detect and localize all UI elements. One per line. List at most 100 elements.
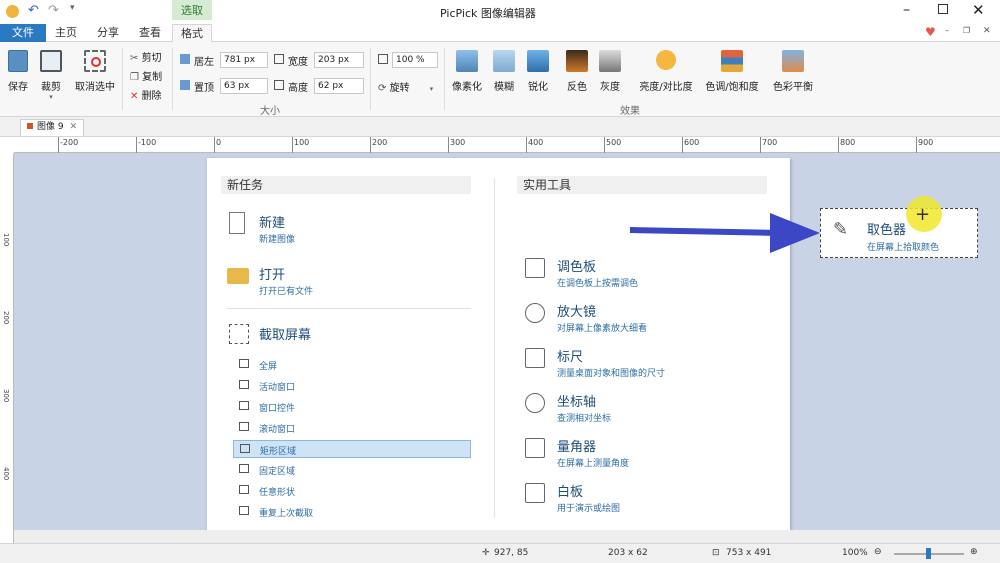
capture-item-icon xyxy=(239,401,249,410)
picker-subtitle: 在屏幕上拾取颜色 xyxy=(867,243,940,253)
new-file-icon xyxy=(229,212,245,234)
zoom-input[interactable]: 100 % xyxy=(392,52,438,68)
color-picker-selection[interactable]: ✎ 取色器 在屏幕上拾取颜色 xyxy=(820,208,978,258)
tab-file[interactable]: 文件 xyxy=(0,24,46,42)
horizontal-scrollbar[interactable] xyxy=(14,530,1000,543)
capture-item[interactable]: 全屏 xyxy=(233,356,471,374)
tool-icon xyxy=(525,303,545,323)
capture-item[interactable]: 任意形状 xyxy=(233,482,471,500)
cut-button[interactable]: ✂ 剪切 xyxy=(130,49,162,64)
tool-title: 量角器 xyxy=(557,440,597,455)
close-doc-icon[interactable]: ✕ xyxy=(983,26,991,36)
capture-item[interactable]: 矩形区域 xyxy=(233,440,471,458)
maximize-button[interactable] xyxy=(938,4,948,14)
zoom-in-icon[interactable]: ⊕ xyxy=(970,547,978,557)
pixelate-label: 像素化 xyxy=(452,82,482,93)
capture-item[interactable]: 活动窗口 xyxy=(233,377,471,395)
tool-item[interactable]: 白板 用于演示或绘图 xyxy=(523,481,763,517)
rotate-icon: ⟳ xyxy=(378,83,390,94)
negative-button[interactable]: 反色 xyxy=(562,50,592,93)
app-logo-icon xyxy=(6,5,19,18)
crop-dropdown-icon: ▾ xyxy=(49,93,53,101)
restore-doc-icon[interactable]: ❐ xyxy=(963,26,970,35)
tool-title: 白板 xyxy=(557,485,584,500)
capture-item-label: 重复上次截取 xyxy=(259,509,314,519)
sun-icon xyxy=(656,50,676,70)
doc-tab-close-icon[interactable]: ✕ xyxy=(70,122,78,132)
redo-icon[interactable]: ↷ xyxy=(48,3,59,18)
brightness-button[interactable]: 亮度/对比度 xyxy=(636,50,696,93)
grayscale-button[interactable]: 灰度 xyxy=(594,50,626,93)
save-button[interactable]: 保存 xyxy=(4,50,32,93)
sharpen-button[interactable]: 锐化 xyxy=(522,50,554,93)
tab-share[interactable]: 分享 xyxy=(90,24,126,42)
capture-item[interactable]: 重复上次截取 xyxy=(233,503,471,521)
arrow-annotation xyxy=(629,213,820,253)
deselect-button[interactable]: 取消选中 xyxy=(72,50,118,93)
copy-button[interactable]: ❐ 复制 xyxy=(130,68,162,83)
capture-item-label: 矩形区域 xyxy=(260,447,297,457)
capture-item-label: 全屏 xyxy=(259,362,278,372)
tool-item[interactable]: 调色板 在调色板上按需调色 xyxy=(523,256,763,292)
cut-label: 剪切 xyxy=(141,53,162,64)
zoom-slider-thumb[interactable] xyxy=(926,548,931,559)
tool-subtitle: 用于演示或绘图 xyxy=(557,504,621,514)
hue-button[interactable]: 色调/饱和度 xyxy=(702,50,762,93)
pixelate-button[interactable]: 像素化 xyxy=(450,50,484,93)
capture-item[interactable]: 滚动窗口 xyxy=(233,419,471,437)
tab-format[interactable]: 格式 xyxy=(172,24,212,42)
status-bar: ✛ 927, 85 203 x 62 ⊡ 753 x 491 100% ⊖ ⊕ xyxy=(0,543,1000,563)
rotate-button[interactable]: ⟳ 旋转 ▾ xyxy=(378,79,433,94)
zoom-value: 100 % xyxy=(396,55,425,65)
tool-item[interactable]: 放大镜 对屏幕上像素放大细看 xyxy=(523,301,763,337)
pixelate-icon xyxy=(456,50,478,72)
heart-icon[interactable]: ♥ xyxy=(925,25,936,39)
color-balance-button[interactable]: 色彩平衡 xyxy=(768,50,818,93)
tool-item[interactable]: 量角器 在屏幕上测量角度 xyxy=(523,436,763,472)
left-input[interactable]: 781 px xyxy=(220,52,268,68)
tab-view[interactable]: 查看 xyxy=(132,24,168,42)
close-button[interactable]: ✕ xyxy=(972,1,985,19)
undo-icon[interactable]: ↶ xyxy=(28,3,39,18)
ruler-label: 300 xyxy=(450,138,466,147)
capture-button[interactable]: 截取屏幕 xyxy=(227,322,427,352)
zoom-out-icon[interactable]: ⊖ xyxy=(874,547,882,557)
ruler-tick xyxy=(448,137,449,153)
ribbon-collapse-icon[interactable]: – xyxy=(945,26,949,35)
open-button[interactable]: 打开 打开已有文件 xyxy=(227,262,407,298)
selection-size: 203 x 62 xyxy=(608,548,648,558)
capture-item[interactable]: 固定区域 xyxy=(233,461,471,479)
save-label: 保存 xyxy=(8,82,28,93)
tool-title: 标尺 xyxy=(557,350,584,365)
minimize-button[interactable]: – xyxy=(903,2,910,18)
color-balance-label: 色彩平衡 xyxy=(773,82,813,93)
doc-tab-icon xyxy=(27,123,33,129)
hue-label: 色调/饱和度 xyxy=(705,82,759,93)
open-title: 打开 xyxy=(259,268,286,283)
width-input[interactable]: 203 px xyxy=(314,52,364,68)
blur-button[interactable]: 模糊 xyxy=(488,50,520,93)
tool-item[interactable]: 坐标轴 查测相对坐标 xyxy=(523,391,763,427)
tool-item[interactable]: 标尺 测量桌面对象和图像的尺寸 xyxy=(523,346,763,382)
capture-item-label: 固定区域 xyxy=(259,467,296,477)
capture-item[interactable]: 窗口控件 xyxy=(233,398,471,416)
copy-label: 复制 xyxy=(142,72,163,83)
capture-title: 截取屏幕 xyxy=(259,328,312,343)
tool-icon xyxy=(525,393,545,413)
brightness-label: 亮度/对比度 xyxy=(639,82,693,93)
crop-button[interactable]: 裁剪 ▾ xyxy=(36,50,66,101)
top-input[interactable]: 63 px xyxy=(220,78,268,94)
qat-dropdown-icon[interactable]: ▾ xyxy=(70,3,75,13)
delete-button[interactable]: ✕ 删除 xyxy=(130,87,162,102)
ruler-label: 500 xyxy=(606,138,622,147)
width-icon xyxy=(274,54,284,64)
new-button[interactable]: 新建 新建图像 xyxy=(227,210,407,246)
tool-icon xyxy=(525,438,545,458)
capture-item-icon xyxy=(239,464,249,473)
capture-item-label: 任意形状 xyxy=(259,488,296,498)
vertical-ruler: 100 200 300 400 xyxy=(0,153,14,543)
ruler-label: 400 xyxy=(2,467,10,481)
tab-home[interactable]: 主页 xyxy=(48,24,84,42)
doc-tab[interactable]: 图像 9 ✕ xyxy=(20,119,85,136)
height-input[interactable]: 62 px xyxy=(314,78,364,94)
